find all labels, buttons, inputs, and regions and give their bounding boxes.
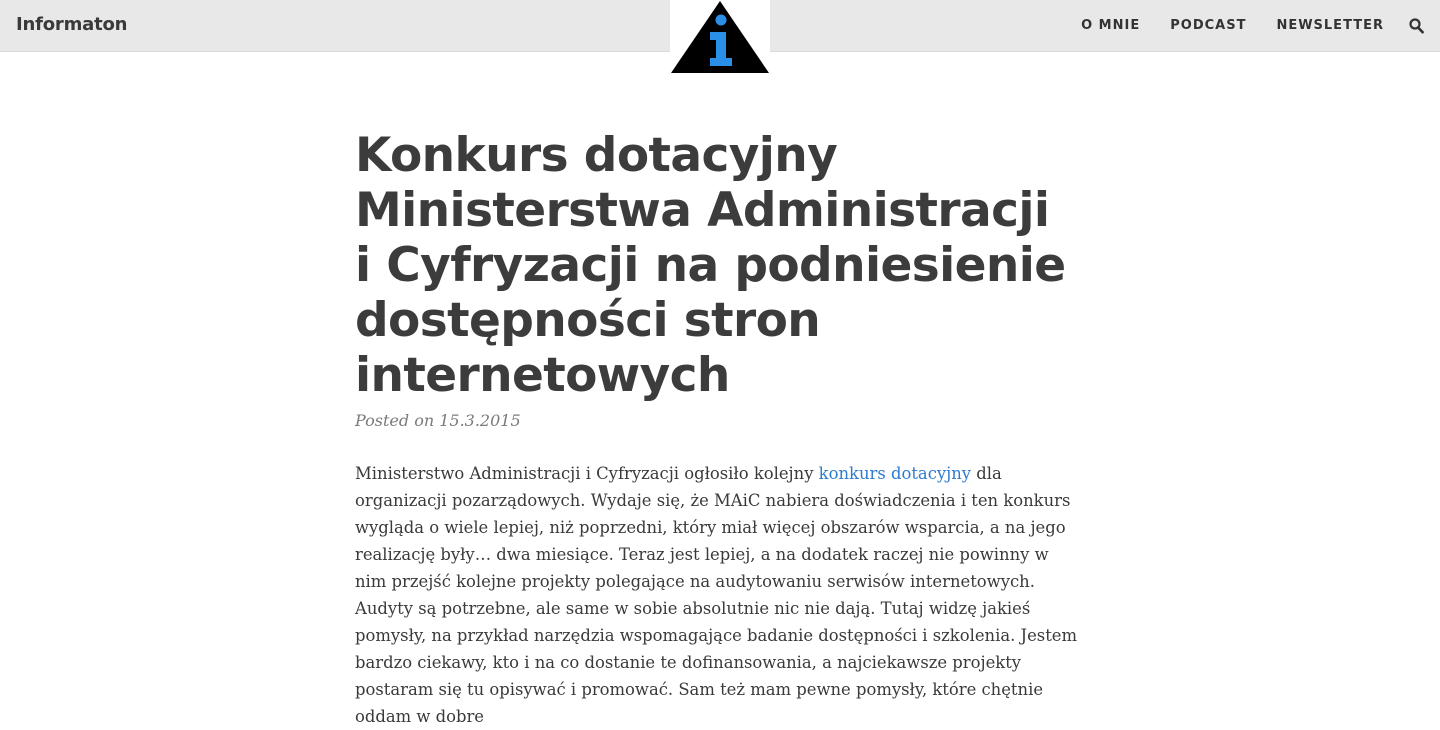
site-logo[interactable] [670, 0, 770, 74]
info-triangle-icon [671, 1, 769, 73]
main-nav: O MNIE PODCAST NEWSLETTER [1081, 18, 1384, 33]
paragraph-text-end: dla organizacji pozarządowych. Wydaje si… [355, 464, 1078, 726]
contest-link[interactable]: konkurs dotacyjny [819, 464, 971, 483]
article: Konkurs dotacyjny Ministerstwa Administr… [355, 128, 1085, 730]
paragraph-text-start: Ministerstwo Administracji i Cyfryzacji … [355, 464, 819, 483]
nav-item-o-mnie[interactable]: O MNIE [1081, 18, 1140, 33]
nav-item-podcast[interactable]: PODCAST [1170, 18, 1246, 33]
nav-item-newsletter[interactable]: NEWSLETTER [1276, 18, 1384, 33]
article-paragraph: Ministerstwo Administracji i Cyfryzacji … [355, 460, 1079, 730]
top-bar: Informaton O MNIE PODCAST NEWSLETTER [0, 0, 1440, 74]
search-icon[interactable] [1409, 18, 1424, 34]
article-title: Konkurs dotacyjny Ministerstwa Administr… [355, 128, 1066, 403]
site-title-link[interactable]: Informaton [16, 14, 127, 35]
post-date: Posted on 15.3.2015 [355, 411, 521, 430]
